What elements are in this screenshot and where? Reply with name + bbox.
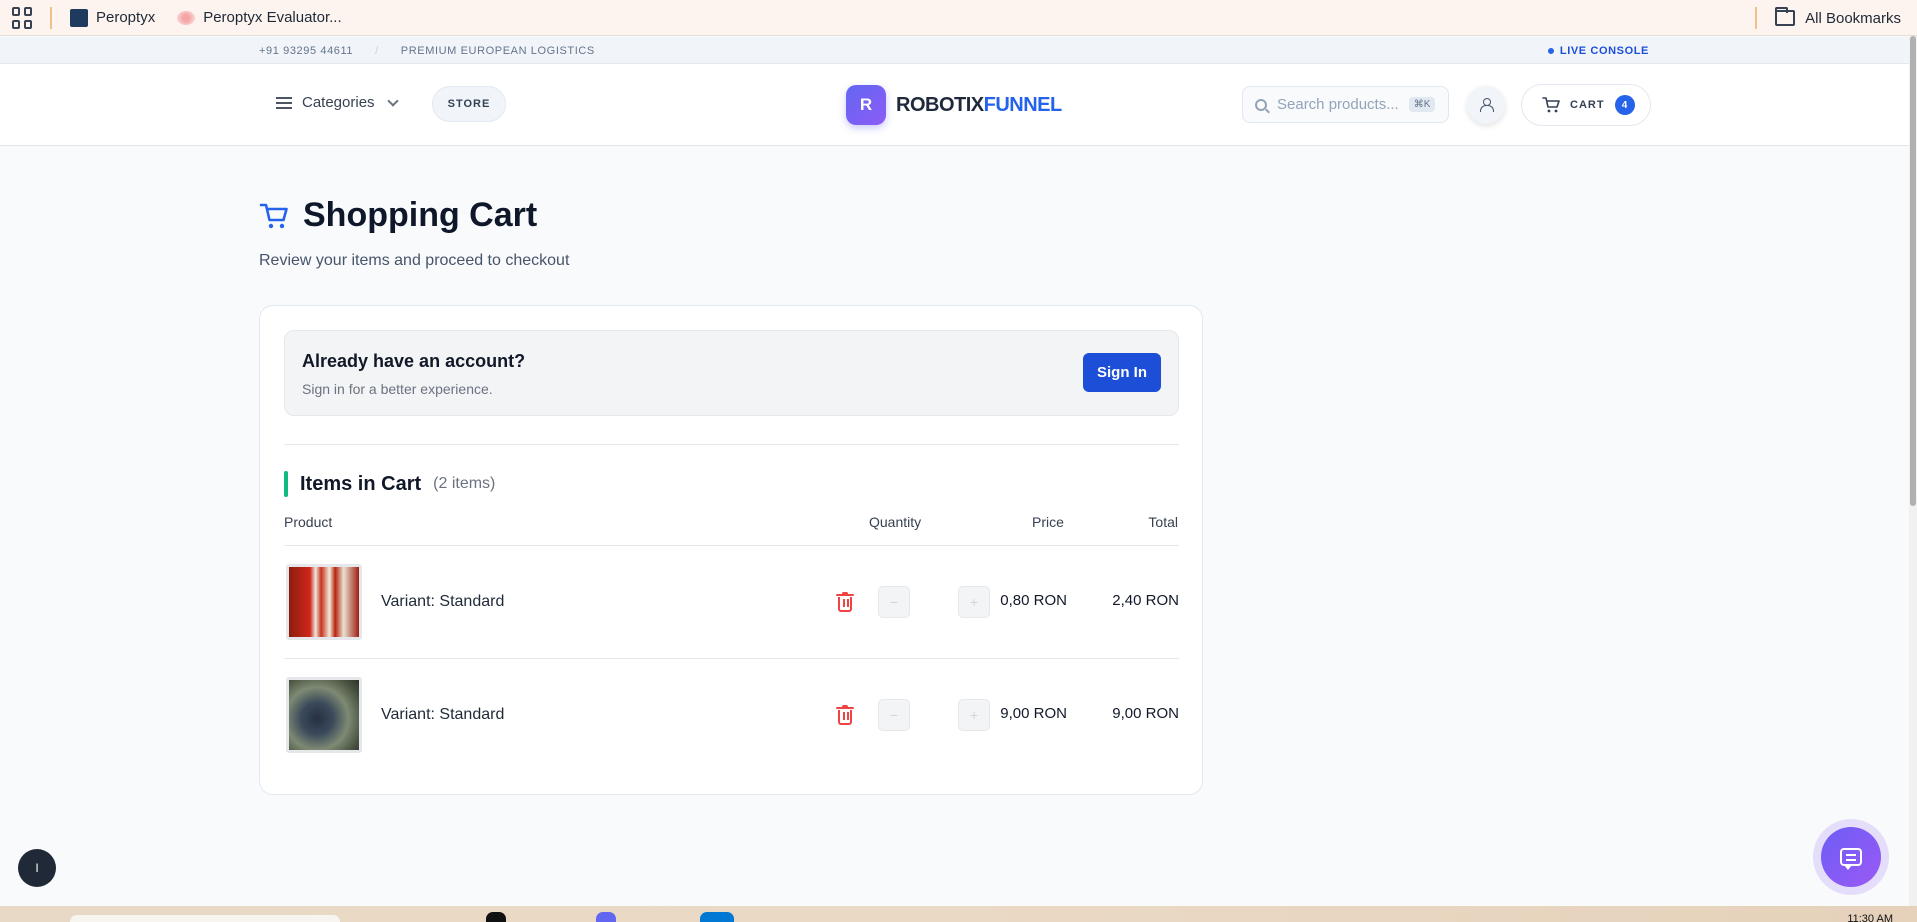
bookmarks-bar: Peroptyx Peroptyx Evaluator... All Bookm… <box>0 0 1917 36</box>
account-button[interactable] <box>1467 86 1505 124</box>
shopping-cart-icon <box>259 203 288 228</box>
store-button[interactable]: STORE <box>432 86 506 122</box>
logo-text-part2: FUNNEL <box>983 93 1063 116</box>
page-title-text: Shopping Cart <box>303 196 538 234</box>
item-price: 9,00 RON <box>1000 705 1067 722</box>
signin-subtitle: Sign in for a better experience. <box>302 381 493 397</box>
live-dot-icon <box>1547 48 1554 54</box>
floating-toggle-button[interactable]: I <box>18 849 56 887</box>
items-count: (2 items) <box>433 475 496 492</box>
peroptyx-favicon-icon <box>70 8 88 27</box>
quantity-increase-button[interactable]: + <box>958 586 990 618</box>
bookmark-peroptyx[interactable]: Peroptyx <box>70 8 156 27</box>
trash-icon[interactable] <box>836 592 854 612</box>
os-taskbar: 11:30 AM <box>0 906 1917 922</box>
bookmark-label: Peroptyx Evaluator... <box>203 9 342 26</box>
live-console-link[interactable]: LIVE CONSOLE <box>1547 45 1649 57</box>
chat-button-inner <box>1821 827 1881 887</box>
signin-title: Already have an account? <box>302 351 526 371</box>
section-accent-bar <box>284 471 288 497</box>
quantity-decrease-button[interactable]: − <box>878 586 910 618</box>
product-image[interactable] <box>286 677 362 753</box>
table-row: Variant: Standard − + 9,00 RON 9,00 RON <box>284 659 1179 772</box>
cart-button[interactable]: CART 4 <box>1521 84 1651 126</box>
page-subtitle: Review your items and proceed to checkou… <box>259 252 570 269</box>
topbar-separator: / <box>375 45 379 57</box>
cart-card: Already have an account? Sign in for a b… <box>259 305 1203 795</box>
chat-icon <box>1840 848 1862 870</box>
categories-label: Categories <box>302 94 375 111</box>
search-placeholder: Search products... <box>1277 96 1399 113</box>
column-header-product: Product <box>284 514 333 530</box>
item-total: 9,00 RON <box>1112 705 1179 722</box>
table-row: Variant: Standard − + 0,80 RON 2,40 RON <box>284 546 1179 659</box>
logo-text: ROBOTIXFUNNEL <box>896 94 1062 117</box>
all-bookmarks[interactable]: All Bookmarks <box>1755 0 1917 36</box>
search-icon <box>1255 98 1267 111</box>
site-logo[interactable]: R ROBOTIXFUNNEL <box>846 85 1062 125</box>
bookmark-separator <box>50 6 52 29</box>
product-image[interactable] <box>286 564 362 640</box>
folder-icon <box>1775 7 1796 26</box>
quantity-value <box>924 699 954 731</box>
column-header-quantity: Quantity <box>869 514 922 530</box>
column-header-price: Price <box>1032 514 1064 530</box>
chevron-down-icon <box>386 94 399 107</box>
page-title: Shopping Cart <box>259 196 537 235</box>
logo-mark: R <box>846 85 886 125</box>
bookmark-label: Peroptyx <box>96 9 156 26</box>
cart-label: CART <box>1570 99 1605 111</box>
top-info-bar: +91 93295 44611 / PREMIUM EUROPEAN LOGIS… <box>0 37 1911 64</box>
page-scrollbar[interactable] <box>1909 36 1917 906</box>
evaluator-favicon-icon <box>177 10 196 25</box>
sign-in-button[interactable]: Sign In <box>1083 353 1161 392</box>
taskbar-search[interactable] <box>70 915 340 922</box>
taskbar-clock: 11:30 AM <box>1847 913 1893 922</box>
column-header-total: Total <box>1148 514 1178 530</box>
trash-icon[interactable] <box>836 705 854 725</box>
apps-grid-icon[interactable] <box>12 6 34 29</box>
bookmark-separator <box>1755 7 1758 29</box>
quantity-decrease-button[interactable]: − <box>878 699 910 731</box>
taskbar-app-icon[interactable] <box>596 912 616 922</box>
bookmark-peroptyx-evaluator[interactable]: Peroptyx Evaluator... <box>177 9 342 26</box>
product-variant: Variant: Standard <box>381 706 505 723</box>
product-variant: Variant: Standard <box>381 593 505 610</box>
taskbar-app-icon[interactable] <box>486 912 506 922</box>
tagline: PREMIUM EUROPEAN LOGISTICS <box>400 45 595 57</box>
section-divider <box>284 444 1179 445</box>
live-console-label: LIVE CONSOLE <box>1559 45 1649 57</box>
scrollbar-thumb[interactable] <box>1910 36 1916 506</box>
item-total: 2,40 RON <box>1112 592 1179 609</box>
search-shortcut-hint: ⌘K <box>1408 97 1436 112</box>
taskbar-app-icon[interactable] <box>700 912 734 922</box>
site-header: Categories STORE R ROBOTIXFUNNEL Search … <box>0 64 1911 146</box>
user-icon <box>1480 98 1494 112</box>
items-title: Items in Cart <box>300 472 422 495</box>
hamburger-icon <box>276 96 292 109</box>
chat-button[interactable] <box>1813 819 1889 895</box>
items-heading: Items in Cart (2 items) <box>284 471 495 497</box>
cart-count-badge: 4 <box>1614 95 1635 115</box>
phone-number[interactable]: +91 93295 44611 <box>259 45 353 57</box>
signin-prompt: Already have an account? Sign in for a b… <box>284 330 1179 416</box>
all-bookmarks-label: All Bookmarks <box>1805 9 1901 27</box>
cart-icon <box>1542 97 1560 113</box>
logo-text-part1: ROBOTIX <box>896 93 984 116</box>
quantity-increase-button[interactable]: + <box>958 699 990 731</box>
item-price: 0,80 RON <box>1000 592 1067 609</box>
categories-menu[interactable]: Categories <box>276 94 399 111</box>
search-input[interactable]: Search products... ⌘K <box>1242 86 1449 123</box>
quantity-value <box>924 586 954 618</box>
